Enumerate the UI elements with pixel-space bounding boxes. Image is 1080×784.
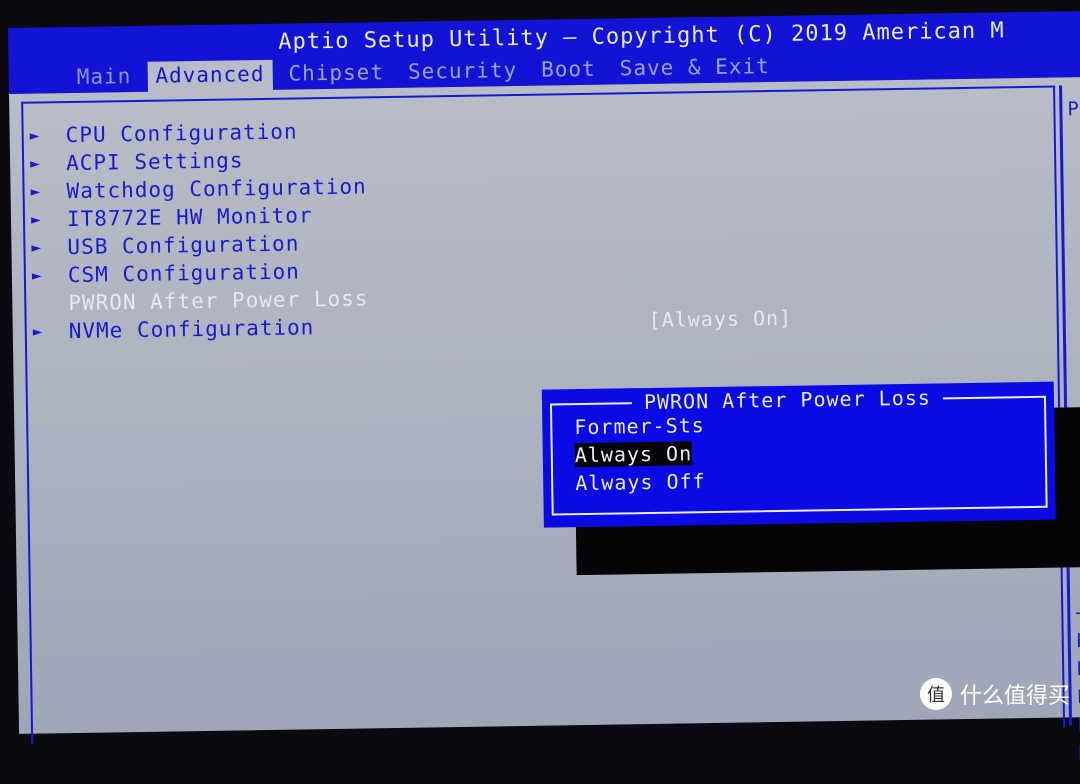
help-text [1072,375,1080,403]
menu-item-label: PWRON After Power Loss [68,286,369,316]
menu-item[interactable]: PWRON After Power Loss [32,284,369,317]
tab-security[interactable]: Security [400,56,526,90]
main-panel: P + F F F F E ► CPU Configuration ► ACPI Settings… [9,77,1080,764]
option-always-off[interactable]: Always Off [575,469,706,495]
help-text [1071,319,1080,347]
menu-item[interactable]: ► Watchdog Configuration [30,172,367,205]
submenu-arrow-icon: ► [32,321,44,341]
app-title: Aptio Setup Utility – Copyright (C) 2019… [278,18,1005,55]
option-popup: PWRON After Power Loss Former-Sts Always… [541,381,1056,528]
help-text [1069,207,1080,235]
submenu-arrow-icon: ► [30,181,42,201]
submenu-arrow-icon: ► [29,153,41,173]
menu-item-label: IT8772E HW Monitor [66,203,313,232]
help-text [1068,151,1080,179]
help-text [1070,263,1080,291]
help-text [1071,347,1080,375]
menu-item-label: NVMe Configuration [68,315,315,344]
popup-title: PWRON After Power Loss [631,385,944,415]
watermark: 值 什么值得买 [919,678,1070,710]
submenu-arrow-icon: ► [29,125,41,145]
popup-border: PWRON After Power Loss Former-Sts Always… [549,385,1048,516]
submenu-arrow-icon: ► [31,265,43,285]
option-always-on[interactable]: Always On [574,441,693,468]
bios-screen: Aptio Setup Utility – Copyright (C) 2019… [8,11,1080,764]
help-text [1069,235,1080,263]
help-text: F [1076,658,1080,681]
help-text [1075,571,1080,599]
menu-item-label: USB Configuration [67,231,300,260]
pwron-value[interactable]: [Always On] [648,306,792,332]
menu-list: ► CPU Configuration ► ACPI Settings ► Watchdo… [29,116,369,345]
help-text: F [1076,686,1080,709]
submenu-arrow-icon: ► [30,209,42,229]
help-text [1069,179,1080,207]
help-text: P [1067,98,1080,121]
tab-boot[interactable]: Boot [533,55,604,88]
help-text: F [1075,630,1080,653]
help-text: + [1075,602,1080,625]
option-former-sts[interactable]: Former-Sts [574,413,705,439]
submenu-arrow-icon: ► [31,237,43,257]
tab-advanced[interactable]: Advanced [147,59,273,94]
menu-item-label: CSM Configuration [67,259,300,288]
submenu-arrow-icon [32,289,68,318]
tab-chipset[interactable]: Chipset [280,58,392,92]
watermark-logo-icon: 值 [919,678,952,710]
help-text [1070,291,1080,319]
menu-item-label: Watchdog Configuration [66,174,367,204]
menu-item-label: ACPI Settings [65,148,244,176]
menu-item[interactable]: ► NVMe Configuration [33,312,370,345]
menu-item-label: CPU Configuration [65,119,298,148]
help-text [1068,123,1080,151]
tab-main[interactable]: Main [69,62,140,95]
watermark-text: 什么值得买 [959,684,1070,709]
